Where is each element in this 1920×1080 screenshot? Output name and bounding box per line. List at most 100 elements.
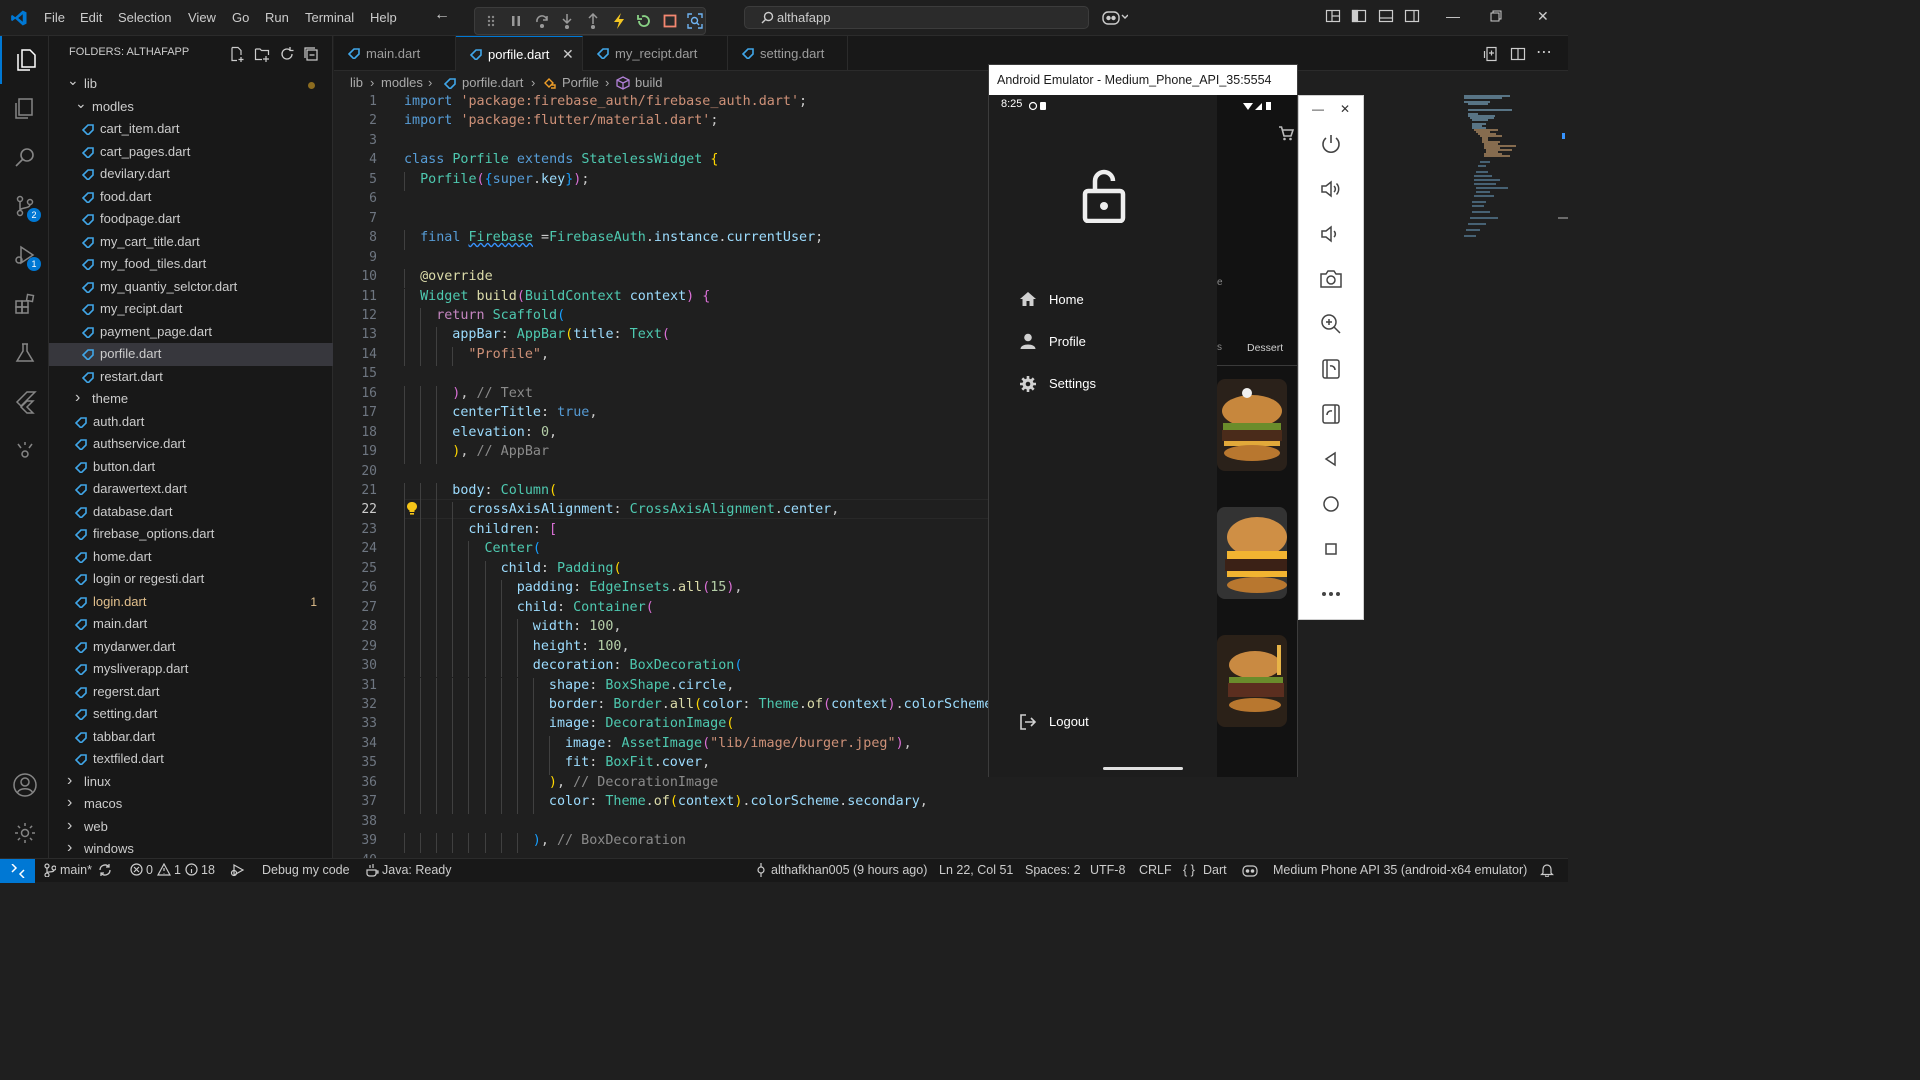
file-payment-page-dart[interactable]: payment_page.dart: [49, 321, 333, 344]
menu-selection[interactable]: Selection: [118, 10, 171, 25]
file-my-food-tiles-dart[interactable]: my_food_tiles.dart: [49, 253, 333, 276]
run-debug-icon[interactable]: 1: [0, 231, 49, 279]
file-login-dart[interactable]: login.dart 1: [49, 591, 333, 614]
file-authservice-dart[interactable]: authservice.dart: [49, 433, 333, 456]
minimize-icon[interactable]: —: [1446, 8, 1460, 24]
menu-file[interactable]: File: [44, 10, 65, 25]
folder-macos[interactable]: › macos: [49, 793, 333, 816]
drag-handle-icon[interactable]: [481, 11, 501, 31]
file-button-dart[interactable]: button.dart: [49, 456, 333, 479]
menu-terminal[interactable]: Terminal: [305, 10, 354, 25]
file-my-quantiy-selctor-dart[interactable]: my_quantiy_selctor.dart: [49, 276, 333, 299]
debug-config[interactable]: Debug my code: [262, 863, 350, 877]
food-image-burger[interactable]: [1217, 379, 1287, 471]
file-my-cart-title-dart[interactable]: my_cart_title.dart: [49, 231, 333, 254]
open-changes-icon[interactable]: [1483, 46, 1499, 65]
food-image-cheeseburger[interactable]: [1217, 507, 1287, 599]
tab-dessert[interactable]: Dessert: [1247, 342, 1283, 354]
encoding[interactable]: UTF-8: [1090, 863, 1125, 877]
split-editor-icon[interactable]: [1510, 46, 1526, 65]
file-mydarwer-dart[interactable]: mydarwer.dart: [49, 636, 333, 659]
toggle-sidebar-icon[interactable]: [1351, 8, 1367, 24]
file-cart-pages-dart[interactable]: cart_pages.dart: [49, 141, 333, 164]
restore-icon[interactable]: [1490, 9, 1502, 25]
extensions-icon[interactable]: [0, 280, 49, 328]
file-auth-dart[interactable]: auth.dart: [49, 411, 333, 434]
customize-layout-icon[interactable]: [1325, 8, 1341, 24]
rotate-right-icon[interactable]: [1319, 402, 1343, 426]
new-file-icon[interactable]: [229, 46, 245, 65]
cart-icon[interactable]: [1278, 125, 1295, 144]
volume-down-icon[interactable]: [1319, 222, 1343, 246]
file-foodpage-dart[interactable]: foodpage.dart: [49, 208, 333, 231]
pause-icon[interactable]: [507, 11, 527, 31]
gesture-home-bar[interactable]: [1103, 767, 1183, 770]
tab-setting-dart[interactable]: setting.dart: [728, 36, 848, 71]
command-center-search[interactable]: althafapp: [744, 6, 1089, 29]
file-main-dart[interactable]: main.dart: [49, 613, 333, 636]
file-cart-item-dart[interactable]: cart_item.dart: [49, 118, 333, 141]
file-tabbar-dart[interactable]: tabbar.dart: [49, 726, 333, 749]
restart-icon[interactable]: [634, 11, 654, 31]
menu-run[interactable]: Run: [265, 10, 289, 25]
more-actions-icon[interactable]: ⋯: [1536, 42, 1552, 62]
menu-edit[interactable]: Edit: [80, 10, 102, 25]
notifications-bell-icon[interactable]: [1540, 863, 1554, 880]
folder-linux[interactable]: › linux: [49, 771, 333, 794]
emulator-close-icon[interactable]: ✕: [1340, 102, 1350, 116]
warning-count[interactable]: 1: [174, 863, 181, 877]
folder-lib[interactable]: ⌄ lib: [49, 72, 333, 96]
files-icon[interactable]: [0, 84, 49, 132]
hot-reload-icon[interactable]: [609, 11, 629, 31]
file-darawertext-dart[interactable]: darawertext.dart: [49, 478, 333, 501]
file-database-dart[interactable]: database.dart: [49, 501, 333, 524]
close-window-icon[interactable]: ✕: [1537, 8, 1549, 25]
folder-web[interactable]: › web: [49, 816, 333, 839]
close-tab-icon[interactable]: ✕: [562, 37, 574, 72]
home-icon[interactable]: [1319, 492, 1343, 516]
file-food-dart[interactable]: food.dart: [49, 186, 333, 209]
food-image-burger-fries[interactable]: [1217, 635, 1287, 727]
indentation[interactable]: Spaces: 2: [1025, 863, 1081, 877]
file-restart-dart[interactable]: restart.dart: [49, 366, 333, 389]
sync-icon[interactable]: [98, 863, 112, 880]
file-porfile-dart[interactable]: porfile.dart: [49, 343, 333, 366]
file-setting-dart[interactable]: setting.dart: [49, 703, 333, 726]
explorer-icon[interactable]: [0, 36, 49, 84]
remote-indicator[interactable]: [0, 859, 35, 883]
folder-theme[interactable]: › theme: [49, 388, 333, 411]
overview-icon[interactable]: [1319, 537, 1343, 561]
stop-icon[interactable]: [660, 11, 680, 31]
toggle-secondary-sidebar-icon[interactable]: [1404, 8, 1420, 24]
cursor-position[interactable]: Ln 22, Col 51: [939, 863, 1013, 877]
branch-name[interactable]: main*: [60, 863, 92, 877]
back-arrow-icon[interactable]: ←: [434, 6, 450, 24]
lightbulb-icon[interactable]: [406, 501, 418, 519]
line-ending[interactable]: CRLF: [1139, 863, 1172, 877]
flutter-icon[interactable]: [0, 378, 49, 426]
file-login-or-regesti-dart[interactable]: login or regesti.dart: [49, 568, 333, 591]
language-mode[interactable]: Dart: [1203, 863, 1227, 877]
flutter-device[interactable]: Medium Phone API 35 (android-x64 emulato…: [1273, 863, 1527, 877]
step-out-icon[interactable]: [583, 11, 603, 31]
tab-porfile-dart[interactable]: porfile.dart ✕: [456, 36, 583, 71]
git-blame[interactable]: althafkhan005 (9 hours ago): [771, 863, 927, 877]
inspect-widget-icon[interactable]: [686, 11, 706, 31]
file-textfiled-dart[interactable]: textfiled.dart: [49, 748, 333, 771]
step-over-icon[interactable]: [532, 11, 552, 31]
phone-screen[interactable]: e s Dessert 8:25 Home Profile Settings L…: [989, 95, 1297, 777]
testing-icon[interactable]: [0, 329, 49, 377]
toggle-panel-icon[interactable]: [1378, 8, 1394, 24]
tab-main-dart[interactable]: main.dart: [334, 36, 456, 71]
source-control-icon[interactable]: 2: [0, 182, 49, 230]
refresh-icon[interactable]: [279, 46, 295, 65]
power-icon[interactable]: [1319, 132, 1343, 156]
breadcrumb-file[interactable]: porfile.dart: [462, 75, 523, 90]
file-mysliverapp-dart[interactable]: mysliverapp.dart: [49, 658, 333, 681]
emulator-minimize-icon[interactable]: —: [1312, 102, 1324, 116]
folder-modles[interactable]: ⌄ modles: [49, 95, 333, 119]
minimap[interactable]: [1450, 93, 1568, 293]
java-status[interactable]: Java: Ready: [382, 863, 451, 877]
zoom-icon[interactable]: [1319, 312, 1343, 336]
volume-up-icon[interactable]: [1319, 177, 1343, 201]
